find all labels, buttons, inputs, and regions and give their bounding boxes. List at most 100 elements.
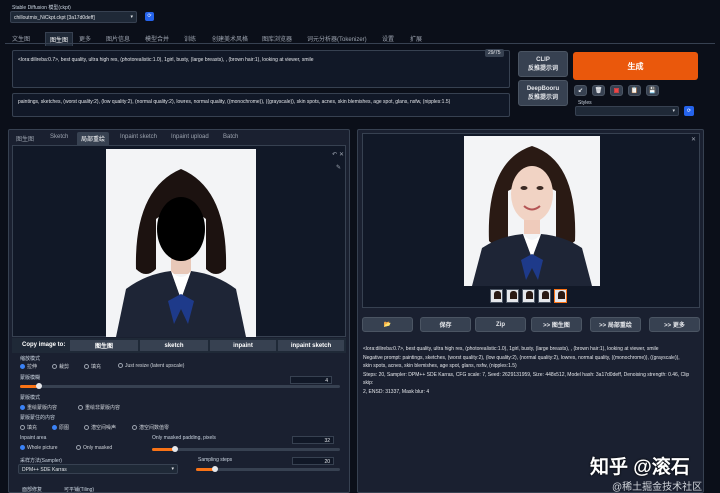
output-thumbnail[interactable] xyxy=(554,289,567,303)
image-tab-5[interactable]: Batch xyxy=(223,134,238,140)
tab-8[interactable]: 词元分析器(Tokenizer) xyxy=(307,34,367,43)
card-icon[interactable]: ▣ xyxy=(610,85,623,96)
inpaint-canvas[interactable]: ↶ ✕ ✎ xyxy=(12,145,346,337)
tabs-divider xyxy=(5,43,715,44)
masked-content-latent-nothing[interactable]: 潜空间数值零 xyxy=(132,424,169,431)
send-to-inpaint-button[interactable]: >> 局部重绘 xyxy=(590,317,641,332)
inpaint-area-masked[interactable]: Only masked xyxy=(76,445,112,451)
clipboard-icon[interactable]: 📋 xyxy=(628,85,641,96)
radio-icon xyxy=(118,363,123,369)
copy-to-inpaint-button[interactable]: inpaint xyxy=(210,340,276,351)
image-tab-1[interactable]: Sketch xyxy=(50,134,68,140)
tab-10[interactable]: 扩展 xyxy=(410,34,422,43)
checkpoint-select[interactable]: chilloutmix_NiCkpt.ckpt [3a17d0deff] ▾ xyxy=(10,11,137,23)
copy-to-img2img-button[interactable]: 图生图 xyxy=(70,340,138,351)
mask-mode-inpaint-unmasked[interactable]: 重绘非蒙版内容 xyxy=(78,404,120,411)
radio-icon xyxy=(76,445,81,451)
send-to-extras-button[interactable]: >> 更多 xyxy=(649,317,700,332)
thumbnail-figure xyxy=(542,291,549,299)
masked-content-label: 蒙版蒙住的内容 xyxy=(20,415,56,421)
resize-mode-latent[interactable]: Just resize (latent upscale) xyxy=(118,363,184,369)
image-tab-2[interactable]: 局部重绘 xyxy=(77,132,110,145)
mask-mode-label: 蒙版模式 xyxy=(20,395,41,401)
open-folder-button[interactable]: 📂 xyxy=(362,317,413,332)
tab-2[interactable]: 更多 xyxy=(79,34,91,43)
generate-button[interactable]: 生成 xyxy=(573,52,698,80)
steps-label: Sampling steps xyxy=(198,457,233,463)
mask-mode-inpaint-masked[interactable]: 重绘蒙版内容 xyxy=(20,404,57,411)
refresh-icon[interactable]: ⟳ xyxy=(145,12,154,21)
image-tab-0[interactable]: 图生图 xyxy=(16,134,34,143)
tab-5[interactable]: 训练 xyxy=(184,34,196,43)
send-to-img2img-button[interactable]: >> 图生图 xyxy=(531,317,582,332)
mask-blur-label: 蒙版模糊 xyxy=(20,375,41,381)
image-tab-4[interactable]: Inpaint upload xyxy=(171,134,209,140)
tab-4[interactable]: 模型合并 xyxy=(145,34,169,43)
option-label: 填充 xyxy=(91,364,102,370)
clip-interrogate-button[interactable]: CLIP 反推提示词 xyxy=(518,51,568,77)
padding-label: Only masked padding, pixels xyxy=(152,435,216,441)
trash-icon[interactable]: 🗑 xyxy=(592,85,605,96)
tab-3[interactable]: 图片信息 xyxy=(106,34,130,43)
masked-content-original[interactable]: 原图 xyxy=(52,424,69,431)
sampler-value: DPM++ SDE Karras xyxy=(22,467,67,473)
styles-select[interactable]: ▾ xyxy=(575,106,679,116)
undo-icon[interactable]: ↶ xyxy=(332,151,337,158)
image-tab-3[interactable]: Inpaint sketch xyxy=(120,134,157,140)
resize-mode-crop[interactable]: 裁剪 xyxy=(52,363,69,370)
close-icon[interactable]: ✕ xyxy=(691,136,696,143)
thumbnail-figure xyxy=(510,291,517,299)
masked-content-latent-noise[interactable]: 潜空间噪声 xyxy=(84,424,116,431)
prompt-input[interactable]: <lora:dilireba:0.7>, best quality, ultra… xyxy=(12,50,510,88)
watermark-sub: @稀土掘金技术社区 xyxy=(612,482,703,493)
output-portrait-image[interactable] xyxy=(464,136,600,286)
padding-value[interactable]: 32 xyxy=(292,436,334,444)
save-style-icon[interactable]: 💾 xyxy=(646,85,659,96)
close-icon[interactable]: ✕ xyxy=(339,151,344,158)
brush-icon[interactable]: ✎ xyxy=(336,164,341,171)
resize-mode-stretch[interactable]: 拉伸 xyxy=(20,363,37,370)
steps-knob[interactable] xyxy=(211,466,218,472)
chevron-down-icon: ▾ xyxy=(171,466,174,472)
token-counter: 29/75 xyxy=(485,49,504,57)
save-button[interactable]: 保存 xyxy=(420,317,471,332)
input-portrait-image xyxy=(106,149,256,337)
mask-blur-value[interactable]: 4 xyxy=(290,376,332,384)
copy-to-inpaint-sketch-button[interactable]: inpaint sketch xyxy=(278,340,344,351)
radio-icon xyxy=(132,425,137,431)
steps-slider[interactable] xyxy=(196,466,340,472)
output-thumbnail[interactable] xyxy=(538,289,551,303)
prompt-text: <lora:dilireba:0.7>, best quality, ultra… xyxy=(18,57,314,63)
mask-blur-slider[interactable] xyxy=(20,383,340,389)
option-label: 裁剪 xyxy=(59,364,70,370)
inpaint-area-whole[interactable]: Whole picture xyxy=(20,445,58,451)
tab-7[interactable]: 图库浏览器 xyxy=(262,34,292,43)
negative-prompt-input[interactable]: paintings, sketches, (worst quality:2), … xyxy=(12,93,510,117)
tab-6[interactable]: 创建美术风格 xyxy=(212,34,248,43)
chevron-down-icon: ▾ xyxy=(672,108,675,114)
zip-button[interactable]: Zip xyxy=(475,317,526,332)
resize-mode-fill[interactable]: 填充 xyxy=(84,363,101,370)
output-thumbnail[interactable] xyxy=(490,289,503,303)
watermark-main: 知乎 @滚石 xyxy=(590,457,690,478)
face-restore-label[interactable]: 面部修复 xyxy=(22,486,42,493)
output-thumbnail[interactable] xyxy=(506,289,519,303)
option-label: 重绘蒙版内容 xyxy=(27,405,58,411)
arrow-icon[interactable]: ↙ xyxy=(574,85,587,96)
radio-icon xyxy=(84,425,89,431)
radio-icon xyxy=(52,364,57,370)
checkpoint-value: chilloutmix_NiCkpt.ckpt [3a17d0deff] xyxy=(14,15,95,21)
sampler-select[interactable]: DPM++ SDE Karras ▾ xyxy=(18,464,178,474)
steps-value[interactable]: 20 xyxy=(292,457,334,465)
copy-to-sketch-button[interactable]: sketch xyxy=(140,340,208,351)
masked-content-fill[interactable]: 填充 xyxy=(20,424,37,431)
output-thumbnail[interactable] xyxy=(522,289,535,303)
padding-knob[interactable] xyxy=(171,446,178,452)
deepbooru-interrogate-button[interactable]: DeepBooru 反推提示词 xyxy=(518,80,568,106)
tab-9[interactable]: 设置 xyxy=(382,34,394,43)
tab-0[interactable]: 文生图 xyxy=(12,34,30,43)
refresh-styles-icon[interactable]: ⟳ xyxy=(684,106,694,116)
padding-slider[interactable] xyxy=(152,446,340,452)
tiling-label[interactable]: 可平铺(Tiling) xyxy=(64,486,94,493)
radio-icon xyxy=(20,405,25,411)
